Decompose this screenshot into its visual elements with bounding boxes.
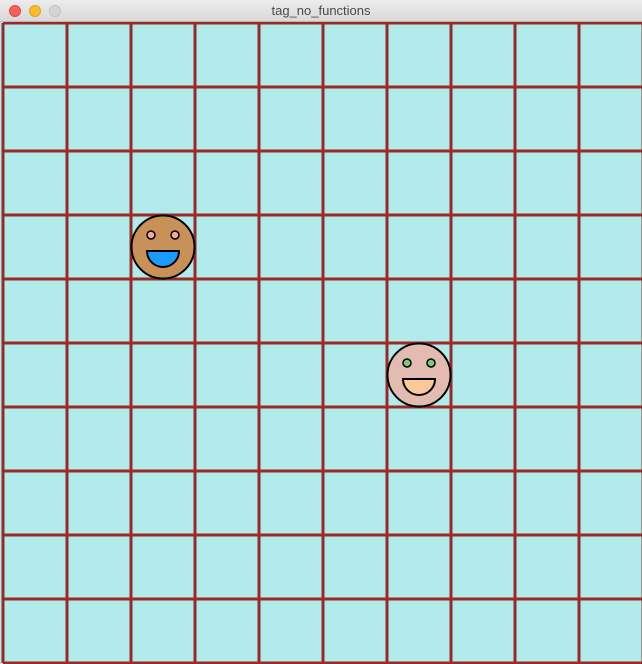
window-title: tag_no_functions [271, 3, 371, 18]
brown-face[interactable] [130, 214, 196, 280]
app-window: tag_no_functions [0, 0, 642, 664]
title-bar[interactable]: tag_no_functions [0, 0, 642, 22]
pink-face-left-eye [402, 358, 412, 368]
pink-face[interactable] [386, 342, 452, 408]
brown-face-left-eye [146, 230, 156, 240]
pink-face-right-eye [426, 358, 436, 368]
game-board[interactable] [0, 22, 642, 664]
brown-face-right-eye [170, 230, 180, 240]
brown-face-head [130, 214, 196, 280]
game-canvas[interactable] [0, 22, 642, 664]
pink-face-head [386, 342, 452, 408]
